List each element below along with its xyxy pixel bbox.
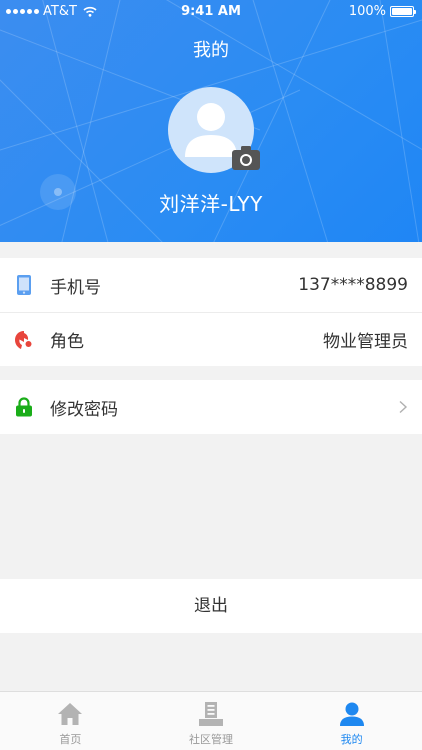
battery-icon (390, 6, 416, 17)
role-icon (14, 329, 34, 351)
user-name: 刘洋洋-LYY (159, 192, 263, 216)
tab-home-label: 首页 (59, 733, 82, 746)
role-row: 角色 物业管理员 (0, 312, 422, 366)
change-password-row[interactable]: 修改密码 (0, 380, 422, 434)
tab-community[interactable]: 社区管理 (141, 692, 282, 750)
battery-percent: 100% (348, 4, 386, 19)
page-title: 我的 (193, 40, 229, 61)
info-card: 手机号 137****8899 角色 物业管理员 (0, 258, 422, 366)
phone-value: 137****8899 (298, 275, 408, 295)
person-icon (339, 702, 364, 726)
tab-mine[interactable]: 我的 (281, 692, 422, 750)
role-value: 物业管理员 (323, 332, 408, 352)
change-password-label: 修改密码 (50, 399, 118, 420)
phone-icon (14, 274, 34, 296)
tab-community-label: 社区管理 (189, 733, 233, 746)
building-icon (199, 702, 223, 726)
phone-row: 手机号 137****8899 (0, 258, 422, 312)
tab-mine-label: 我的 (340, 733, 363, 746)
logout-button[interactable]: 退出 (0, 579, 422, 633)
chevron-right-icon (399, 400, 408, 414)
status-bar: AT&T 9:41 AM 100% (0, 0, 422, 22)
lock-icon (14, 396, 34, 418)
camera-icon[interactable] (231, 145, 261, 171)
role-label: 角色 (50, 332, 84, 352)
tab-bar: 首页 社区管理 我的 (0, 691, 422, 750)
phone-label: 手机号 (50, 277, 101, 298)
home-icon (58, 703, 83, 725)
status-right: 100% (348, 4, 416, 19)
tab-home[interactable]: 首页 (0, 692, 141, 750)
security-card: 修改密码 (0, 380, 422, 434)
profile-header: AT&T 9:41 AM 100% 我的 刘洋洋-LYY (0, 0, 422, 242)
